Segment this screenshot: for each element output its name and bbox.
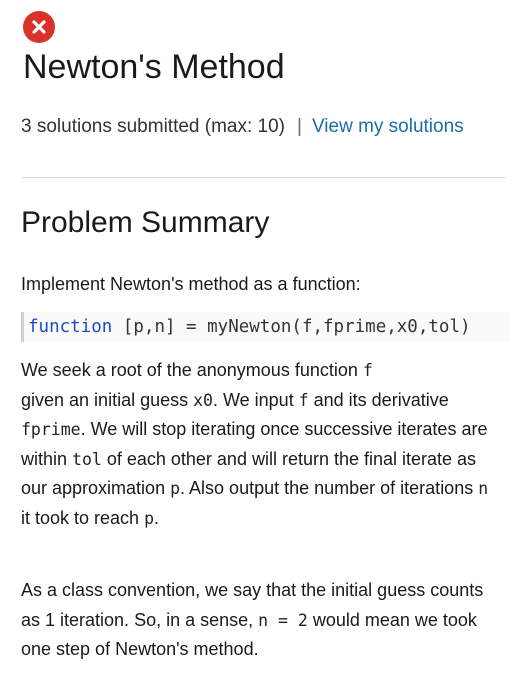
view-my-solutions-link[interactable]: View my solutions (312, 116, 464, 137)
text-span: and its derivative (308, 389, 449, 410)
text-span: . (154, 507, 160, 528)
problem-title: Newton's Method (23, 48, 285, 86)
text-span: given an initial guess (21, 389, 194, 410)
separator: | (297, 116, 302, 137)
submission-info: 3 solutions submitted (max: 10) | View my … (21, 112, 491, 141)
description-paragraph: We seek a root of the anonymous function… (21, 356, 491, 534)
text-span: . Also output the number of iterations (180, 478, 479, 499)
class-convention-paragraph: As a class convention, we say that the i… (21, 576, 491, 665)
function-signature: function [p,n] = myNewton(f,fprime,x0,to… (24, 312, 510, 342)
inline-code: f (362, 361, 373, 380)
x-mark (32, 20, 46, 34)
text-span: . We input (212, 389, 299, 410)
text-span: it took to reach (21, 507, 145, 528)
code-block: function [p,n] = myNewton(f,fprime,x0,to… (21, 312, 510, 342)
inline-code: tol (72, 449, 102, 469)
code-keyword: function (28, 317, 113, 337)
code-signature: [p,n] = myNewton(f,fprime,x0,tol) (112, 317, 471, 337)
inline-code: f (298, 390, 309, 410)
inline-code: x0 (193, 390, 213, 410)
inline-code: p (170, 479, 181, 499)
inline-code: n (478, 479, 489, 499)
x-circle-icon (23, 11, 55, 43)
problem-summary-heading: Problem Summary (21, 206, 270, 239)
inline-code: p (144, 508, 155, 528)
text-span: We seek a root of the anonymous function (21, 360, 363, 380)
divider (21, 177, 506, 178)
inline-code: n = 2 (258, 610, 308, 630)
inline-code: fprime (21, 420, 81, 440)
intro-text: Implement Newton's method as a function: (21, 274, 361, 294)
submission-count: 3 solutions submitted (max: 10) (21, 116, 286, 137)
